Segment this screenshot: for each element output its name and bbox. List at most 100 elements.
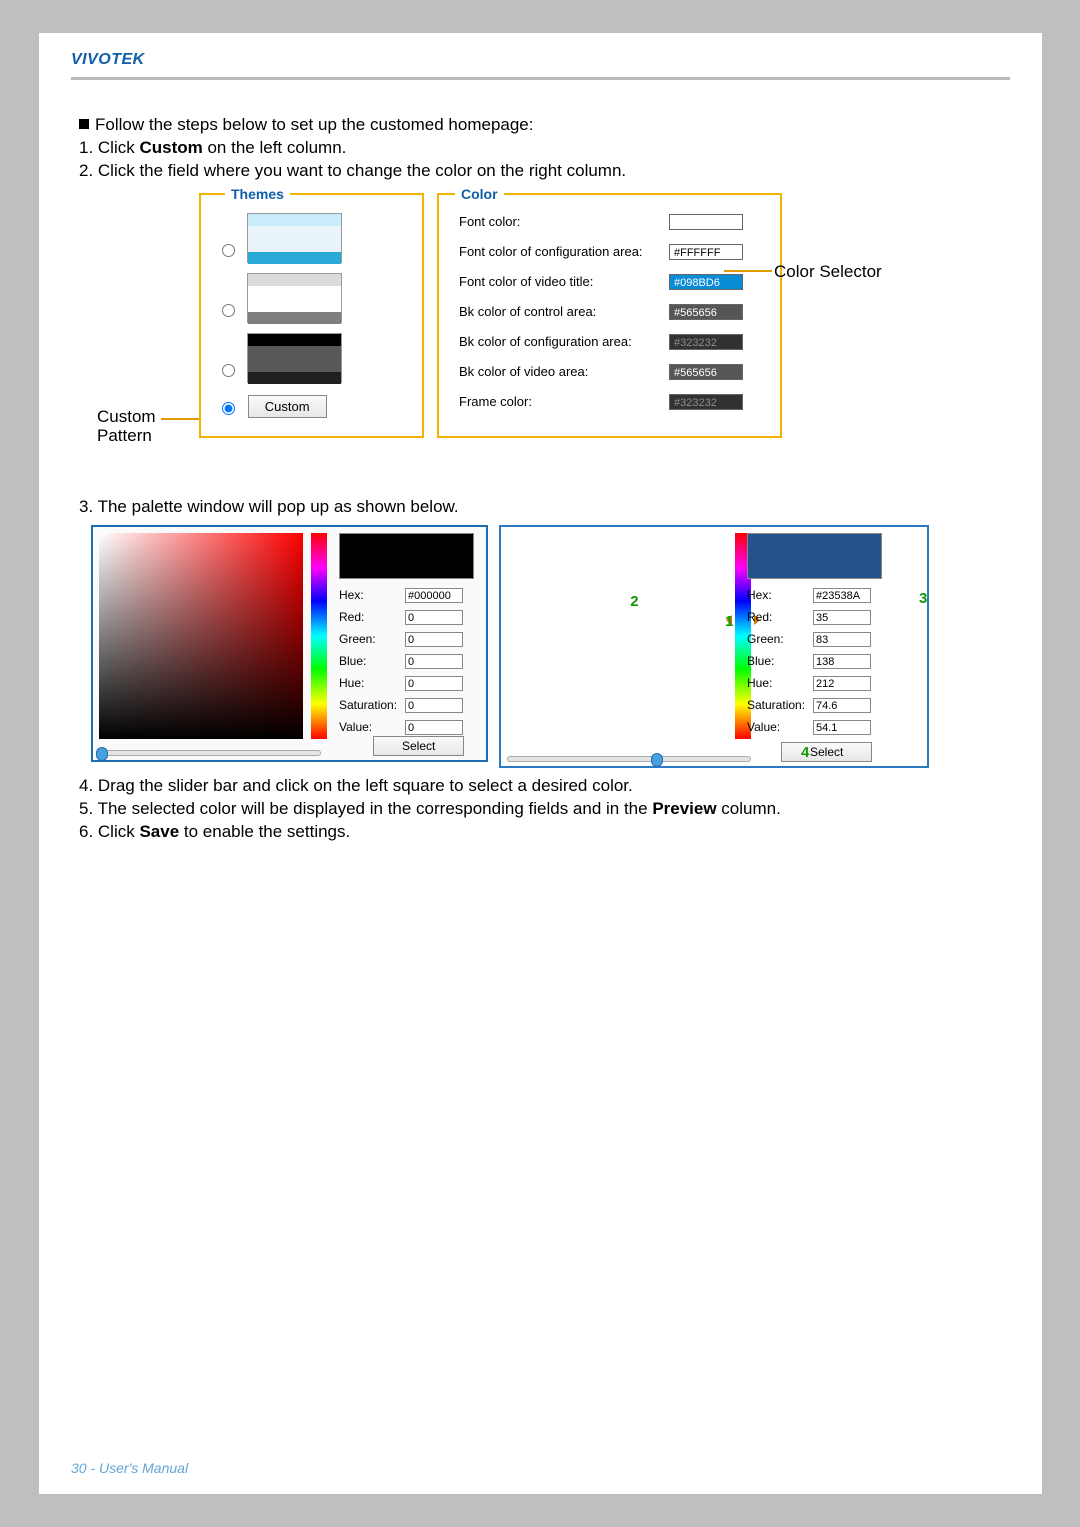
field-label: Hue:	[339, 675, 405, 691]
field-label: Blue:	[339, 653, 405, 669]
field-label: Saturation:	[339, 697, 405, 713]
color-swatch[interactable]: #323232	[669, 334, 743, 350]
brand: VIVOTEK	[71, 51, 1010, 69]
field-label: Value:	[747, 719, 813, 735]
color-selector-pointer-line	[724, 270, 772, 272]
field-saturation: Saturation:	[339, 697, 463, 719]
color-swatch[interactable]: #323232	[669, 394, 743, 410]
field-label: Blue:	[747, 653, 813, 669]
theme-option-1[interactable]	[217, 213, 417, 263]
field-input-hue[interactable]	[405, 676, 463, 691]
sv-marker[interactable]	[648, 605, 656, 613]
page-footer: 30 - User's Manual	[71, 1460, 188, 1476]
field-input-blue[interactable]	[813, 654, 871, 669]
field-green: Green:	[747, 631, 871, 653]
bullet-icon	[79, 119, 89, 129]
step-5: 5. The selected color will be displayed …	[79, 798, 1010, 821]
field-label: Green:	[339, 631, 405, 647]
field-value: Value:	[747, 719, 871, 741]
header-rule	[71, 77, 1010, 80]
field-input-red[interactable]	[813, 610, 871, 625]
theme-option-3[interactable]	[217, 333, 417, 383]
color-row-3: Bk color of control area:#565656	[459, 303, 779, 321]
theme-option-2[interactable]	[217, 273, 417, 323]
theme-radio-3[interactable]	[222, 364, 235, 377]
sat-val-area-left[interactable]	[99, 533, 303, 739]
field-red: Red:	[339, 609, 463, 631]
hue-strip-left[interactable]	[311, 533, 327, 739]
field-input-green[interactable]	[813, 632, 871, 647]
step-2: 2. Click the field where you want to cha…	[79, 160, 1010, 183]
color-row-6: Frame color:#323232	[459, 393, 779, 411]
select-button-right[interactable]: Select	[781, 742, 872, 762]
themes-panel: Themes Custom	[199, 193, 424, 438]
field-input-saturation[interactable]	[405, 698, 463, 713]
hue-slider-left[interactable]	[97, 750, 321, 756]
field-input-hex[interactable]	[813, 588, 871, 603]
color-row-4: Bk color of configuration area:#323232	[459, 333, 779, 351]
hue-slider-right[interactable]	[507, 756, 751, 762]
field-label: Saturation:	[747, 697, 813, 713]
field-input-green[interactable]	[405, 632, 463, 647]
field-blue: Blue:	[339, 653, 463, 675]
annot-1: 1	[725, 612, 733, 632]
step-4: 4. Drag the slider bar and click on the …	[79, 775, 1010, 798]
field-label: Hex:	[747, 587, 813, 603]
field-hex: Hex:	[747, 587, 871, 609]
field-input-hex[interactable]	[405, 588, 463, 603]
step-6: 6. Click Save to enable the settings.	[79, 821, 1010, 844]
color-row-label: Bk color of video area:	[459, 363, 669, 381]
color-row-1: Font color of configuration area:#FFFFFF	[459, 243, 779, 261]
annot-4: 4	[801, 743, 809, 763]
field-label: Hue:	[747, 675, 813, 691]
field-green: Green:	[339, 631, 463, 653]
color-swatch[interactable]: #565656	[669, 364, 743, 380]
color-row-label: Frame color:	[459, 393, 669, 411]
field-label: Value:	[339, 719, 405, 735]
color-row-label: Font color of video title:	[459, 273, 669, 291]
custom-pattern-label: CustomPattern	[97, 407, 156, 446]
field-label: Green:	[747, 631, 813, 647]
color-swatch[interactable]: #FFFFFF	[669, 244, 743, 260]
select-button-left[interactable]: Select	[373, 736, 464, 756]
field-hue: Hue:	[339, 675, 463, 697]
color-swatch[interactable]	[669, 214, 743, 230]
field-hue: Hue:	[747, 675, 871, 697]
color-row-5: Bk color of video area:#565656	[459, 363, 779, 381]
field-saturation: Saturation:	[747, 697, 871, 719]
annot-2: 2	[630, 592, 638, 612]
preview-swatch-left	[339, 533, 474, 579]
field-red: Red:	[747, 609, 871, 631]
field-input-red[interactable]	[405, 610, 463, 625]
annot-3: 3	[919, 589, 927, 609]
theme-option-custom[interactable]: Custom	[217, 395, 327, 419]
field-input-value[interactable]	[405, 720, 463, 735]
field-input-value[interactable]	[813, 720, 871, 735]
field-label: Red:	[747, 609, 813, 625]
color-row-label: Bk color of control area:	[459, 303, 669, 321]
field-input-saturation[interactable]	[813, 698, 871, 713]
color-swatch[interactable]: #098BD6	[669, 274, 743, 290]
field-hex: Hex:	[339, 587, 463, 609]
color-panel: Color Font color:Font color of configura…	[437, 193, 782, 438]
color-row-label: Font color of configuration area:	[459, 243, 669, 261]
custom-button[interactable]: Custom	[248, 395, 327, 419]
color-legend: Color	[455, 185, 504, 204]
color-selector-label: Color Selector	[774, 261, 882, 284]
step-3: 3. The palette window will pop up as sho…	[79, 496, 1010, 519]
field-label: Red:	[339, 609, 405, 625]
theme-radio-1[interactable]	[222, 244, 235, 257]
field-input-hue[interactable]	[813, 676, 871, 691]
sat-val-area-right[interactable]: 2	[507, 533, 727, 739]
field-input-blue[interactable]	[405, 654, 463, 669]
field-label: Hex:	[339, 587, 405, 603]
step-1: 1. Click Custom on the left column.	[79, 137, 1010, 160]
preview-swatch-right	[747, 533, 882, 579]
color-row-2: Font color of video title:#098BD6	[459, 273, 779, 291]
palette-left: Hex: Red: Green: Blue: Hue: Saturation: Value:…	[91, 525, 488, 762]
color-swatch[interactable]: #565656	[669, 304, 743, 320]
theme-radio-custom[interactable]	[222, 402, 235, 415]
color-row-0: Font color:	[459, 213, 779, 231]
color-row-label: Font color:	[459, 213, 669, 231]
theme-radio-2[interactable]	[222, 304, 235, 317]
